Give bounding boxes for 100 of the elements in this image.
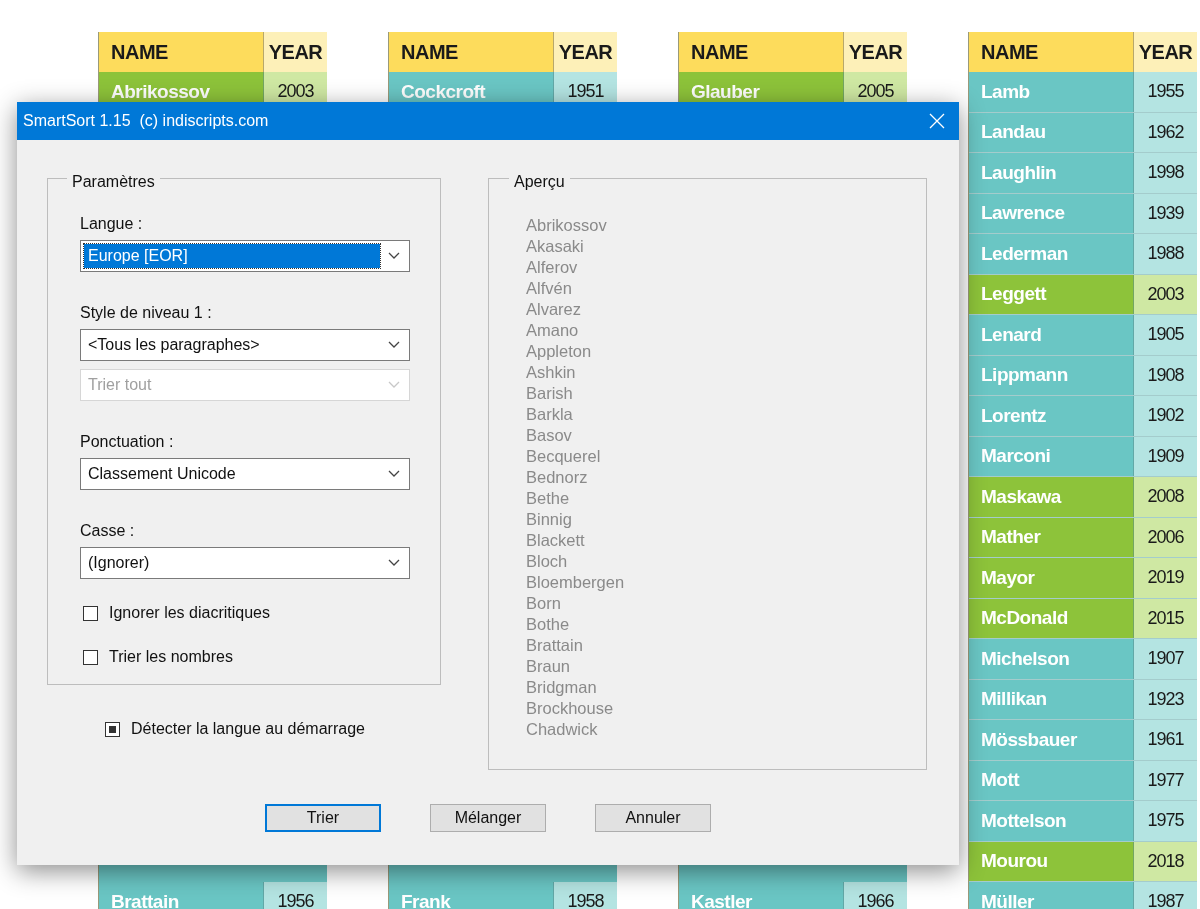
dialog-button[interactable]: Trier — [265, 804, 381, 832]
table-cell: Lawrence — [969, 193, 1134, 233]
dialog-button[interactable]: Annuler — [595, 804, 711, 832]
column-header: NAME — [99, 32, 264, 72]
table-cell: 1975 — [1134, 801, 1197, 841]
preview-item: Braun — [526, 656, 572, 677]
chevron-down-icon — [388, 381, 400, 389]
checkbox-label: Ignorer les diacritiques — [109, 603, 270, 623]
preview-item: Bloch — [526, 551, 569, 572]
dropdown[interactable]: <Tous les paragraphes> — [80, 329, 410, 361]
table-cell: 1902 — [1134, 396, 1197, 436]
column-header: YEAR — [264, 32, 327, 72]
table-cell: 2008 — [1134, 477, 1197, 517]
chevron-down-icon — [388, 559, 400, 567]
preview-item: Ashkin — [526, 362, 577, 383]
table-cell: Lamb — [969, 72, 1134, 112]
preview-item: Born — [526, 593, 562, 614]
table-cell: Marconi — [969, 436, 1134, 476]
table-cell: Frank — [389, 882, 554, 909]
preview-item: Alvarez — [526, 299, 583, 320]
table-cell: Laughlin — [969, 153, 1134, 193]
preview-item: Binnig — [526, 509, 573, 530]
table-cell: 1987 — [1134, 882, 1197, 909]
window-title: SmartSort 1.15 (c) indiscripts.com — [23, 111, 269, 131]
column-header: YEAR — [844, 32, 907, 72]
preview-item: Akasaki — [526, 236, 585, 257]
preview-item: Alferov — [526, 257, 579, 278]
table-cell: 1908 — [1134, 355, 1197, 395]
table-cell: 1909 — [1134, 436, 1197, 476]
preview-item: Bloembergen — [526, 572, 625, 593]
table-cell: 2015 — [1134, 598, 1197, 638]
table-cell: Müller — [969, 882, 1134, 909]
table-cell: Lippmann — [969, 355, 1134, 395]
preview-item: Brattain — [526, 635, 584, 656]
table-cell: 1923 — [1134, 679, 1197, 719]
table-cell: Millikan — [969, 679, 1134, 719]
dropdown[interactable]: Europe [EOR] — [80, 240, 410, 272]
table-cell: Michelson — [969, 639, 1134, 679]
table-cell: McDonald — [969, 598, 1134, 638]
preview-item: Bridgman — [526, 677, 598, 698]
table-cell: 2019 — [1134, 558, 1197, 598]
table-cell: 1958 — [554, 882, 617, 909]
table-cell: Mayor — [969, 558, 1134, 598]
close-icon[interactable] — [929, 113, 945, 129]
field-label: Casse : — [80, 521, 136, 541]
preview-item: Alfvén — [526, 278, 573, 299]
preview-item: Barish — [526, 383, 574, 404]
table-cell: 2003 — [1134, 274, 1197, 314]
checkbox[interactable] — [105, 721, 120, 737]
table-cell: Lorentz — [969, 396, 1134, 436]
chevron-down-icon — [388, 341, 400, 349]
field-label: Style de niveau 1 : — [80, 303, 213, 323]
table-cell: Brattain — [99, 882, 264, 909]
table-cell: 1977 — [1134, 760, 1197, 800]
column-header: NAME — [389, 32, 554, 72]
preview-item: Bothe — [526, 614, 571, 635]
table-cell: Kastler — [679, 882, 844, 909]
table-cell: 1998 — [1134, 153, 1197, 193]
preview-item: Basov — [526, 425, 573, 446]
dialog-button[interactable]: Mélanger — [430, 804, 546, 832]
preview-item: Bethe — [526, 488, 571, 509]
table-cell: 1907 — [1134, 639, 1197, 679]
table-cell: 1966 — [844, 882, 907, 909]
dropdown[interactable]: (Ignorer) — [80, 547, 410, 579]
field-label: Ponctuation : — [80, 432, 175, 452]
table-cell: Mössbauer — [969, 720, 1134, 760]
table-cell: 1988 — [1134, 234, 1197, 274]
table-cell: Mourou — [969, 841, 1134, 881]
chevron-down-icon — [388, 470, 400, 478]
preview-item: Bednorz — [526, 467, 589, 488]
preview-item: Brockhouse — [526, 698, 615, 719]
column-header: NAME — [679, 32, 844, 72]
field-label: Langue : — [80, 214, 144, 234]
table-cell: 2006 — [1134, 517, 1197, 557]
column-header: NAME — [969, 32, 1134, 72]
table-cell: 1905 — [1134, 315, 1197, 355]
checkbox-label: Trier les nombres — [109, 647, 233, 667]
table-cell: 1962 — [1134, 112, 1197, 152]
dropdown[interactable]: Classement Unicode — [80, 458, 410, 490]
preview-item: Amano — [526, 320, 580, 341]
table-cell: 1939 — [1134, 193, 1197, 233]
column-header: YEAR — [1134, 32, 1197, 72]
table-cell: Lenard — [969, 315, 1134, 355]
table-cell: Lederman — [969, 234, 1134, 274]
preview-item: Chadwick — [526, 719, 599, 740]
preview-item: Abrikossov — [526, 215, 608, 236]
table-cell: Mott — [969, 760, 1134, 800]
table-cell: Mather — [969, 517, 1134, 557]
table-cell: Mottelson — [969, 801, 1134, 841]
checkbox-label: Détecter la langue au démarrage — [131, 719, 365, 739]
chevron-down-icon — [388, 252, 400, 260]
checkbox[interactable] — [83, 649, 98, 665]
table-cell: Landau — [969, 112, 1134, 152]
table-cell: 1955 — [1134, 72, 1197, 112]
table-cell: 1961 — [1134, 720, 1197, 760]
table-cell: Maskawa — [969, 477, 1134, 517]
checkbox[interactable] — [83, 605, 98, 621]
table-cell: 2018 — [1134, 841, 1197, 881]
table-cell: 1956 — [264, 882, 327, 909]
table-cell: Leggett — [969, 274, 1134, 314]
